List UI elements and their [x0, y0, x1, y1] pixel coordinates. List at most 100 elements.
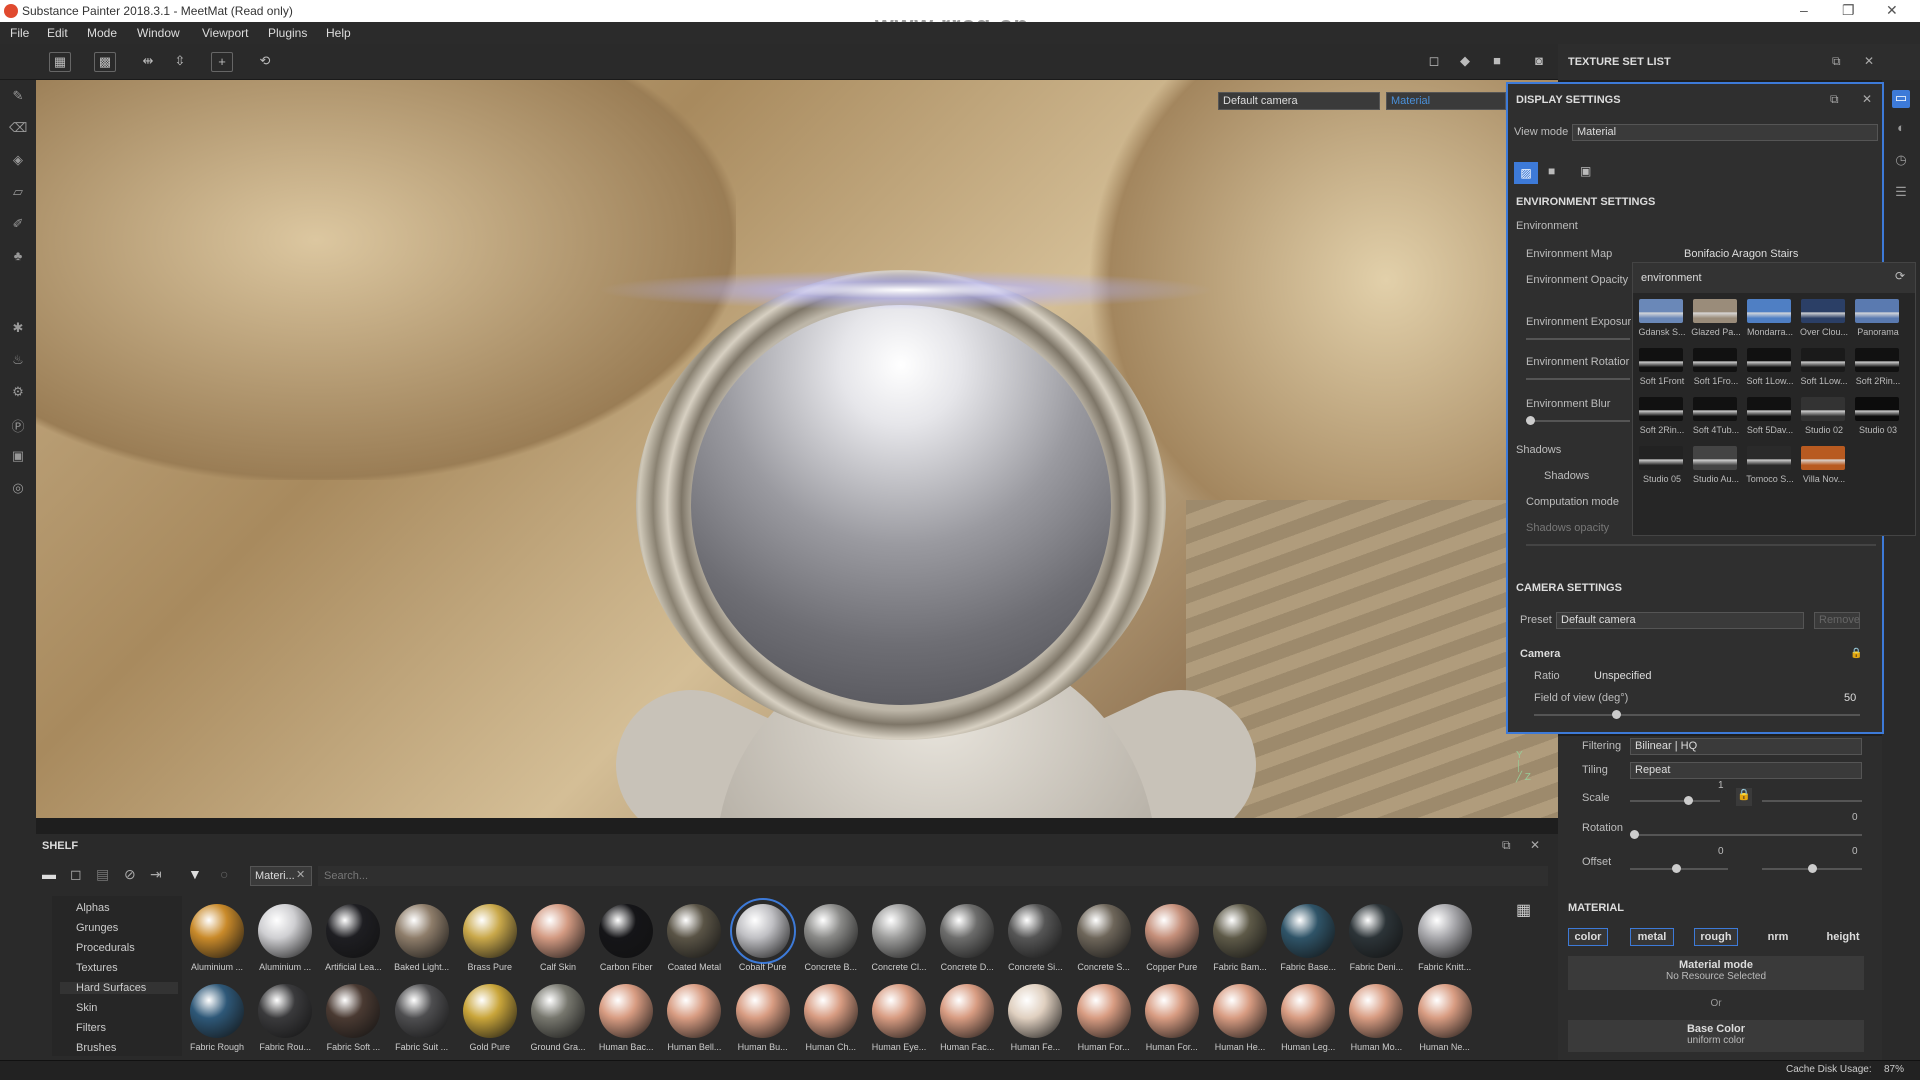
- material-thumbnail[interactable]: [735, 984, 790, 1038]
- environment-thumbnail[interactable]: [1639, 348, 1683, 372]
- material-thumbnail[interactable]: [326, 984, 381, 1038]
- shelf-search-input[interactable]: Search...: [318, 866, 1548, 886]
- close-panel-icon[interactable]: ✕: [1864, 54, 1874, 68]
- category-grunges[interactable]: Grunges: [76, 922, 118, 934]
- eraser-icon[interactable]: ⌫: [9, 120, 27, 138]
- close-panel-icon[interactable]: ✕: [1862, 92, 1872, 106]
- environment-thumbnail[interactable]: [1747, 446, 1791, 470]
- environment-thumbnail[interactable]: [1639, 299, 1683, 323]
- environment-thumbnail[interactable]: [1693, 397, 1737, 421]
- 3d-viewport[interactable]: Y │ ╱ Z: [36, 80, 1558, 818]
- environment-thumbnail[interactable]: [1693, 299, 1737, 323]
- material-thumbnail[interactable]: [190, 904, 244, 958]
- material-thumbnail[interactable]: [940, 904, 995, 958]
- material-thumbnail[interactable]: [326, 904, 381, 958]
- environment-thumbnail[interactable]: [1801, 348, 1845, 372]
- environment-thumbnail[interactable]: [1747, 348, 1791, 372]
- symmetry-x-icon[interactable]: ⇹: [137, 52, 159, 72]
- material-thumbnail[interactable]: [940, 984, 995, 1038]
- fov-slider-knob[interactable]: [1611, 710, 1621, 719]
- material-thumbnail[interactable]: [1008, 984, 1063, 1038]
- material-thumbnail[interactable]: [803, 984, 858, 1038]
- category-textures[interactable]: Textures: [76, 962, 118, 974]
- maximize-icon[interactable]: ❐: [1842, 2, 1855, 19]
- material-thumbnail[interactable]: [1076, 984, 1131, 1038]
- menu-viewport[interactable]: Viewport: [202, 26, 248, 40]
- remove-filter-icon[interactable]: ✕: [296, 868, 305, 881]
- category-skin[interactable]: Skin: [76, 1002, 97, 1014]
- tiling-select[interactable]: Repeat: [1630, 762, 1862, 779]
- minimize-icon[interactable]: –: [1800, 2, 1808, 18]
- filter-icon[interactable]: ▼: [188, 866, 202, 882]
- environment-thumbnail[interactable]: [1693, 348, 1737, 372]
- float-panel-icon[interactable]: ⧉: [1502, 838, 1511, 853]
- bake-icon[interactable]: ♨: [9, 352, 27, 370]
- grid-dense-icon[interactable]: ▩: [94, 52, 116, 72]
- ratio-value[interactable]: Unspecified: [1594, 670, 1651, 682]
- lock-icon[interactable]: 🔒: [1850, 648, 1862, 659]
- channel-height-button[interactable]: height: [1818, 928, 1868, 946]
- blur-slider-knob[interactable]: [1526, 416, 1535, 425]
- smudge-icon[interactable]: ✐: [9, 216, 27, 234]
- material-thumbnail[interactable]: [258, 984, 313, 1038]
- camera-video-icon[interactable]: ■: [1486, 52, 1508, 72]
- screenshot-icon[interactable]: ◙: [1528, 52, 1550, 72]
- color-picker-icon[interactable]: ✱: [9, 320, 27, 338]
- material-thumbnail[interactable]: [599, 904, 654, 958]
- material-thumbnail[interactable]: [1281, 984, 1336, 1038]
- scale-knob[interactable]: [1684, 796, 1693, 805]
- environment-thumbnail[interactable]: [1801, 299, 1845, 323]
- symmetry-y-icon[interactable]: ⇳: [169, 52, 191, 72]
- material-thumbnail[interactable]: [667, 904, 722, 958]
- 3d-cube-icon[interactable]: ◆: [1454, 52, 1476, 72]
- python-icon[interactable]: Ⓟ: [9, 416, 27, 434]
- offset-x-knob[interactable]: [1672, 864, 1681, 873]
- export-icon[interactable]: ▣: [9, 448, 27, 466]
- filtering-select[interactable]: Bilinear | HQ: [1630, 738, 1862, 755]
- environment-thumbnail[interactable]: [1639, 446, 1683, 470]
- close-panel-icon[interactable]: ✕: [1530, 838, 1540, 852]
- material-thumbnail[interactable]: [729, 898, 796, 964]
- float-panel-icon[interactable]: ⧉: [1830, 92, 1839, 107]
- material-thumbnail[interactable]: [1144, 984, 1199, 1038]
- paint-brush-icon[interactable]: ✎: [9, 88, 27, 106]
- material-thumbnail[interactable]: [190, 984, 244, 1038]
- rotation-knob[interactable]: [1630, 830, 1639, 839]
- menu-window[interactable]: Window: [137, 26, 180, 40]
- environment-thumbnail[interactable]: [1855, 397, 1899, 421]
- offset-y-knob[interactable]: [1808, 864, 1817, 873]
- material-thumbnail[interactable]: [872, 904, 926, 958]
- float-panel-icon[interactable]: ⧉: [1832, 54, 1841, 69]
- material-thumbnail[interactable]: [1008, 904, 1063, 958]
- rotation-slider[interactable]: [1526, 378, 1630, 380]
- environment-thumbnail[interactable]: [1855, 299, 1899, 323]
- category-filters[interactable]: Filters: [76, 1022, 106, 1034]
- environment-thumbnail[interactable]: [1801, 397, 1845, 421]
- channel-color-button[interactable]: color: [1568, 928, 1608, 946]
- environment-thumbnail[interactable]: [1855, 348, 1899, 372]
- close-icon[interactable]: ✕: [1886, 2, 1898, 19]
- environment-map-value[interactable]: Bonifacio Aragon Stairs: [1684, 248, 1798, 260]
- hide-icon[interactable]: ⊘: [124, 866, 136, 883]
- projection-icon[interactable]: ◈: [9, 152, 27, 170]
- environment-search-input[interactable]: environment: [1641, 272, 1702, 284]
- menu-file[interactable]: File: [10, 26, 29, 40]
- shader-settings-icon[interactable]: ◐: [1892, 120, 1910, 138]
- settings-gear-icon[interactable]: ⚙: [9, 384, 27, 402]
- material-thumbnail[interactable]: [1349, 984, 1404, 1038]
- log-panel-icon[interactable]: ☰: [1892, 184, 1910, 202]
- fov-slider[interactable]: [1534, 714, 1860, 716]
- base-color-box[interactable]: Base Color uniform color: [1568, 1020, 1864, 1052]
- material-thumbnail[interactable]: [462, 904, 517, 958]
- menu-help[interactable]: Help: [326, 26, 351, 40]
- material-thumbnail[interactable]: [394, 904, 449, 958]
- scale-lock-icon[interactable]: 🔒: [1736, 788, 1752, 806]
- material-thumbnail[interactable]: [599, 984, 654, 1038]
- material-thumbnail[interactable]: [462, 984, 517, 1038]
- search-icon[interactable]: ○: [220, 866, 228, 882]
- camera-tab-icon[interactable]: ■: [1548, 164, 1555, 178]
- material-thumbnail[interactable]: [258, 904, 313, 958]
- material-thumbnail[interactable]: [1417, 904, 1472, 958]
- environment-thumbnail[interactable]: [1639, 397, 1683, 421]
- environment-thumbnail[interactable]: [1693, 446, 1737, 470]
